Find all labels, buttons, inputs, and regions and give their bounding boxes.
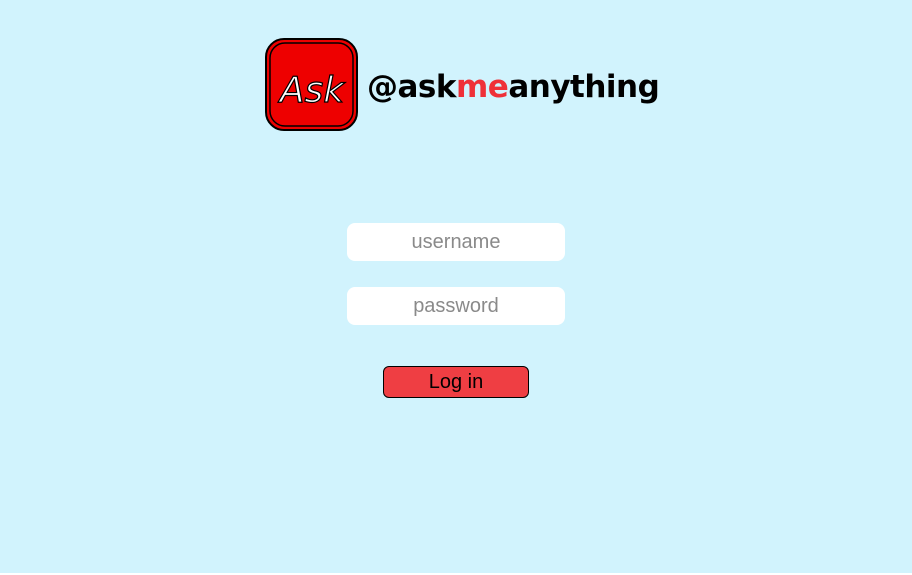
site-handle-accent: me [456, 68, 509, 105]
brand-header: Ask @askmeanything [265, 38, 660, 131]
site-handle-suffix: anything [508, 68, 660, 105]
ask-logo-icon: Ask [265, 38, 358, 131]
username-input[interactable] [347, 223, 565, 261]
login-button[interactable]: Log in [383, 366, 529, 398]
password-input[interactable] [347, 287, 565, 325]
logo-text: Ask [278, 70, 346, 111]
site-handle-prefix: @ask [367, 68, 457, 105]
site-handle: @askmeanything [367, 68, 660, 105]
